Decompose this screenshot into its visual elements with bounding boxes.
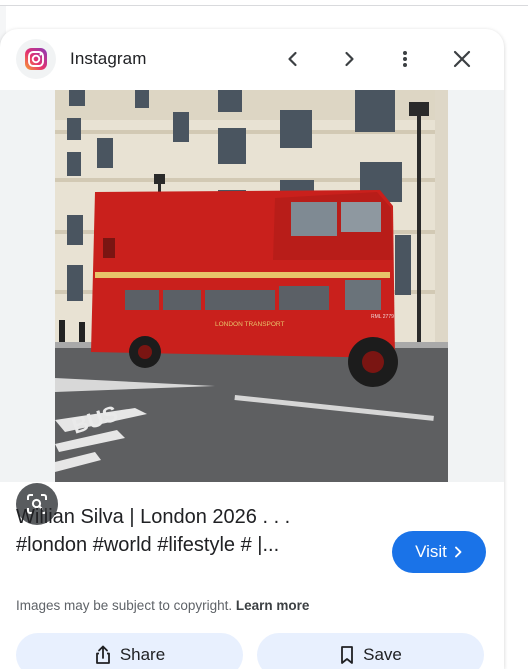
viewer-header: Instagram (0, 29, 504, 90)
result-image[interactable]: LONDON TRANSPORT RML 2779 BUS (55, 90, 448, 482)
chevron-left-icon (288, 51, 297, 67)
close-button[interactable] (446, 43, 478, 75)
previous-button[interactable] (277, 43, 309, 75)
chevron-right-icon (345, 51, 354, 67)
more-vert-icon (403, 51, 407, 67)
image-viewer-panel: Instagram LONDON TRANSPORT RML 2779 BUS … (0, 29, 504, 669)
bus-plate: RML 2779 (371, 314, 394, 320)
image-preview-area: LONDON TRANSPORT RML 2779 BUS (0, 90, 504, 525)
next-button[interactable] (333, 43, 365, 75)
chevron-right-small-icon (454, 546, 462, 558)
instagram-icon (16, 39, 56, 79)
learn-more-link[interactable]: Learn more (236, 598, 310, 613)
app-name: Instagram (70, 49, 147, 68)
share-button[interactable]: Share (16, 633, 243, 669)
share-label: Share (119, 645, 166, 664)
close-icon (453, 50, 471, 68)
save-button[interactable]: Save (257, 633, 484, 669)
bookmark-icon (341, 646, 354, 664)
copyright-text: Images may be subject to copyright. (16, 598, 233, 613)
result-title-line-2: #london #world #lifestyle # |... (16, 534, 280, 556)
visit-label: Visit (415, 542, 447, 561)
bus-lettering: LONDON TRANSPORT (215, 321, 284, 328)
result-title[interactable]: Willian Silva | London 2026 . . . #londo… (16, 503, 376, 559)
top-divider (0, 5, 528, 6)
share-icon (95, 645, 110, 664)
visit-button[interactable]: Visit (392, 531, 486, 573)
copyright-notice: Images may be subject to copyright. Lear… (16, 598, 309, 613)
more-options-button[interactable] (389, 43, 421, 75)
save-label: Save (363, 645, 402, 664)
result-title-line-1: Willian Silva | London 2026 . . . (16, 506, 291, 528)
